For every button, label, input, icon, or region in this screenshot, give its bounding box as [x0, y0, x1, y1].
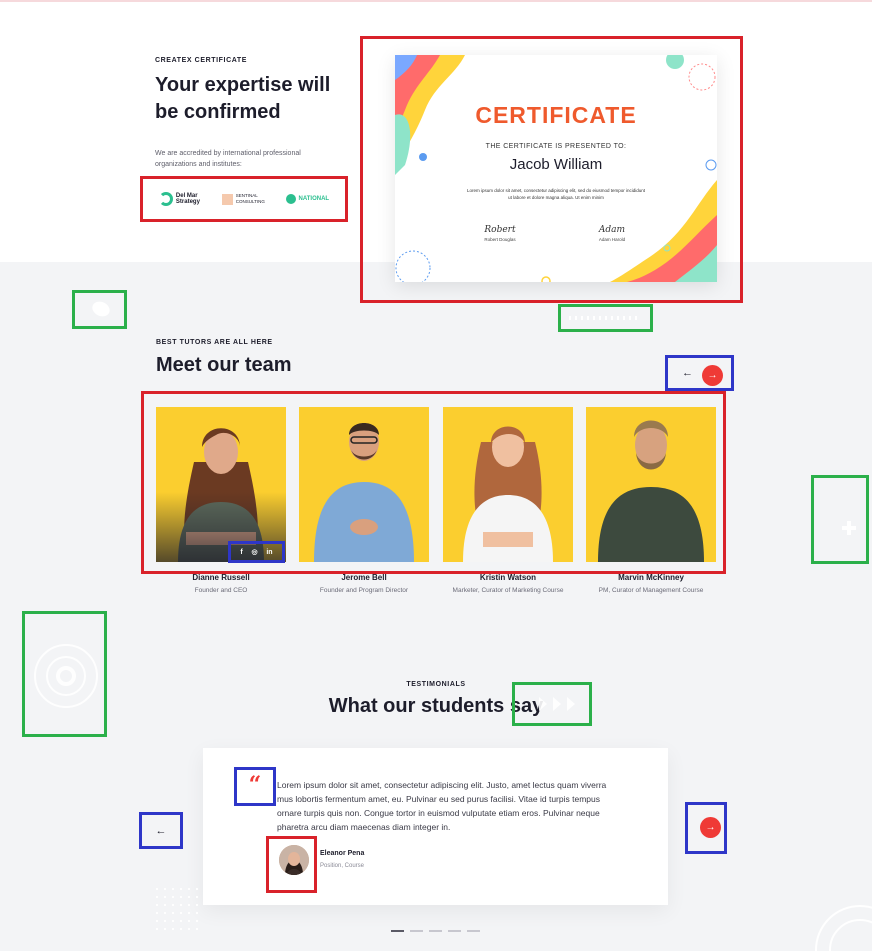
- pager-dot[interactable]: [410, 930, 423, 932]
- certificate-heading: CERTIFICATE: [475, 102, 637, 128]
- member-social-links: f ◎ in: [228, 541, 285, 563]
- certificate-presented-to: THE CERTIFICATE IS PRESENTED TO:: [485, 143, 627, 150]
- author-role: Position, Course: [320, 863, 365, 869]
- del-mar-mark-icon: [158, 192, 173, 206]
- signature-script: Adam: [598, 225, 626, 235]
- signature-name: Adam Harold: [598, 237, 626, 242]
- certificate-eyebrow: CREATEX CERTIFICATE: [155, 57, 248, 64]
- avatar: [279, 845, 309, 875]
- testimonial-next-highlight: →: [685, 802, 727, 854]
- testimonial-next-button[interactable]: →: [700, 817, 721, 838]
- member-role: Marketer, Curator of Marketing Course: [452, 587, 564, 594]
- signature-1: Robert Robert Douglas: [470, 225, 530, 242]
- team-title: Meet our team: [156, 354, 292, 376]
- partner-name: SENTINAL CONSULTING: [235, 193, 265, 204]
- arrow-shape: [539, 697, 547, 711]
- dots-decoration: [558, 304, 653, 332]
- leaf-decoration: [72, 290, 127, 329]
- testimonial-text: Lorem ipsum dolor sit amet, consectetur …: [277, 780, 607, 832]
- person-illustration: [598, 420, 704, 562]
- pager-dot[interactable]: [391, 930, 404, 932]
- member-photo[interactable]: [156, 407, 286, 562]
- rings-decoration: [22, 611, 107, 737]
- instagram-icon[interactable]: ◎: [251, 548, 257, 556]
- arrow-shape: [567, 697, 575, 711]
- arrow-shape: [553, 697, 561, 711]
- member-name: Jerome Bell: [341, 573, 387, 582]
- author-avatar-image: [279, 845, 309, 875]
- member-photo[interactable]: [443, 407, 573, 562]
- member-role: Founder and Program Director: [319, 587, 409, 594]
- del-mar-logo: Del Mar Strategy: [158, 192, 210, 206]
- certificate-body: Lorem ipsum dolor sit amet, consectetur …: [466, 188, 646, 200]
- quote-icon: “: [234, 767, 276, 806]
- sentinal-mark-icon: [221, 193, 233, 205]
- dot-grid-decoration: [153, 885, 199, 931]
- partner-name: Del Mar Strategy: [175, 193, 200, 205]
- certificate-title: Your expertise will be confirmed: [155, 74, 331, 123]
- national-mark-icon: [285, 194, 296, 204]
- team-carousel-nav: ← →: [665, 355, 734, 391]
- member-name: Dianne Russell: [192, 573, 250, 582]
- linkedin-icon[interactable]: in: [266, 549, 272, 556]
- certificate-description: We are accredited by international profe…: [155, 150, 301, 168]
- signature-2: Adam Adam Harold: [582, 225, 642, 242]
- team-next-button[interactable]: →: [702, 365, 723, 386]
- author-name: Eleanor Pena: [320, 850, 365, 857]
- author-avatar-highlight: [266, 836, 317, 893]
- certificate-recipient: Jacob William: [509, 156, 603, 173]
- pager-dot[interactable]: [467, 930, 480, 932]
- team-prev-button[interactable]: ←: [682, 367, 693, 379]
- member-role: PM, Curator of Management Course: [598, 587, 704, 594]
- top-border: [0, 0, 872, 2]
- member-name: Kristin Watson: [479, 573, 537, 582]
- signature-script: Robert: [484, 225, 516, 235]
- member-photo[interactable]: [586, 407, 716, 562]
- plus-decoration: [811, 475, 869, 564]
- member-role: Founder and CEO: [194, 587, 248, 594]
- team-eyebrow: BEST TUTORS ARE ALL HERE: [156, 339, 273, 346]
- national-logo: NATIONAL: [285, 194, 330, 204]
- pager-dot[interactable]: [429, 930, 442, 932]
- arrows-decoration: [512, 682, 592, 726]
- partner-name: NATIONAL: [298, 196, 330, 202]
- member-name: Marvin McKinney: [618, 573, 684, 582]
- testimonial-pager: [391, 930, 480, 932]
- certificate-card: CERTIFICATE THE CERTIFICATE IS PRESENTED…: [395, 55, 717, 282]
- testimonial-prev-button[interactable]: ←: [139, 812, 183, 849]
- member-photo[interactable]: [299, 407, 429, 562]
- person-illustration: [314, 423, 414, 562]
- facebook-icon[interactable]: f: [240, 549, 242, 556]
- testimonials-eyebrow: TESTIMONIALS: [406, 681, 466, 688]
- partner-logos: Del Mar Strategy SENTINAL CONSULTING NAT…: [140, 176, 348, 222]
- person-illustration: [463, 426, 553, 562]
- signature-name: Robert Douglas: [484, 237, 516, 242]
- sentinal-logo: SENTINAL CONSULTING: [221, 193, 274, 205]
- pager-dot[interactable]: [448, 930, 461, 932]
- testimonials-title: What our students say: [328, 695, 544, 717]
